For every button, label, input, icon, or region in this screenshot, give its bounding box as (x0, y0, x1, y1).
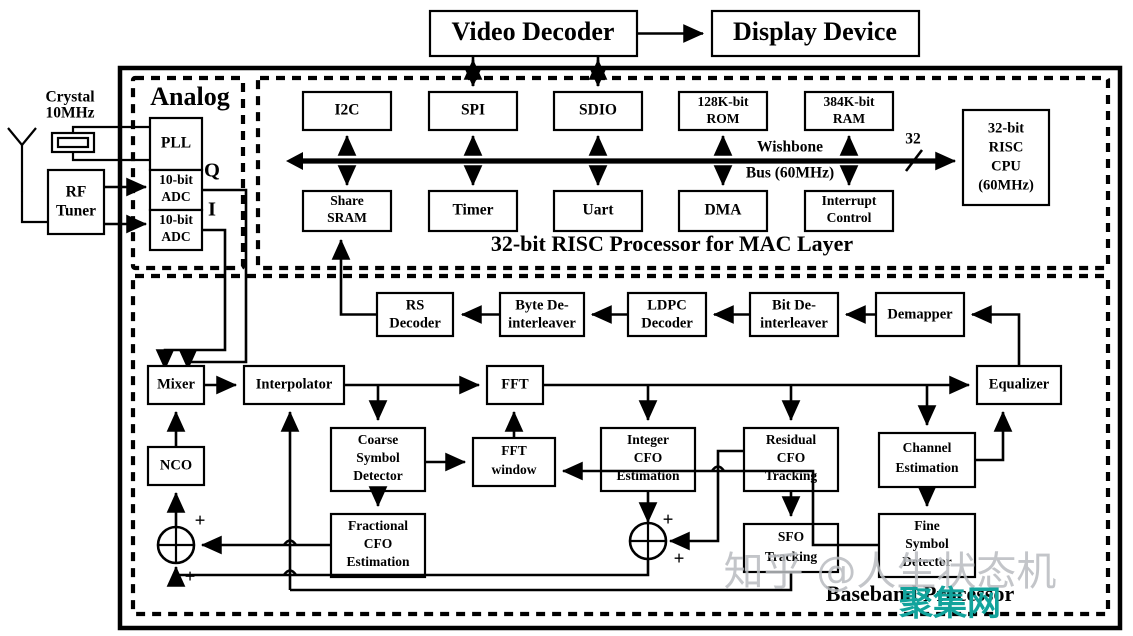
crystal-label-line2: 10MHz (45, 105, 94, 122)
cpu-line2: RISC (989, 139, 1024, 155)
signal-i-label: I (208, 199, 216, 221)
diagram-canvas: Video Decoder Display Device Analog 32-b… (0, 0, 1133, 636)
watermark-teal-text: 聚集网 (898, 584, 1001, 624)
bb-b4-line1: Channel (903, 440, 952, 455)
bus-left-arrowhead (286, 152, 303, 170)
sigpath-2-label: FFT (501, 376, 529, 392)
mac-bot-label-2: Uart (583, 202, 615, 219)
block-diagram-svg: Video Decoder Display Device Analog 32-b… (7, 9, 1123, 631)
adder-right (628, 521, 668, 561)
wire-equalizer-to-demapper (970, 305, 1021, 366)
adder-left (156, 525, 196, 565)
mac-bot-label-3: DMA (704, 202, 742, 219)
mac-bot-label-1: Timer (452, 202, 493, 219)
dec-chain-0-line2: Decoder (389, 315, 441, 331)
rf-tuner-line2: Tuner (56, 203, 96, 220)
wire-channelest-to-equalizer (975, 410, 1013, 462)
adc-i-line2: ADC (161, 229, 190, 244)
dec-chain-1-line1: Byte De- (515, 297, 569, 313)
watermark-gray-text: 知乎 @人生状态机 (724, 549, 1057, 595)
bb-b5-line1: Fractional (348, 518, 408, 533)
bb-b3-line1: Residual (766, 432, 817, 447)
antenna-icon (7, 127, 48, 224)
analog-group-title: Analog (150, 82, 229, 111)
dec-chain-2-line1: LDPC (647, 297, 686, 313)
cpu-line1: 32-bit (988, 120, 1024, 136)
dec-chain-2-line2: Decoder (641, 315, 693, 331)
bb-b5-line3: Estimation (346, 554, 409, 569)
dec-chain-4-label: Demapper (887, 306, 953, 322)
bb-b2-line2: CFO (634, 450, 663, 465)
dec-chain-0-line1: RS (406, 297, 425, 313)
bb-b0-line1: Coarse (358, 432, 399, 447)
nco-label: NCO (160, 457, 192, 473)
sigpath-1-label: Interpolator (256, 376, 333, 392)
bus-name-line2: Bus (60MHz) (746, 165, 834, 182)
bb-b0-line2: Symbol (356, 450, 400, 465)
adc-q-line1: 10-bit (159, 172, 193, 187)
adder-left-plus-top: + (195, 510, 206, 531)
video-decoder-label: Video Decoder (452, 17, 615, 46)
signal-q-label: Q (204, 160, 220, 182)
crystal-icon (50, 131, 96, 154)
mac-top-ram-line1: 384K-bit (823, 94, 875, 109)
mac-bot-int-line1: Interrupt (822, 193, 877, 208)
mac-top-label-2: SDIO (579, 102, 617, 119)
bb-b3-line2: CFO (777, 450, 806, 465)
mac-top-ram-line2: RAM (833, 111, 865, 126)
crystal-label-line1: Crystal (45, 89, 95, 106)
mac-group-title: 32-bit RISC Processor for MAC Layer (491, 231, 854, 256)
mac-top-label-0: I2C (335, 102, 360, 119)
adder-right-plus-top: + (663, 509, 674, 530)
mac-bot-sram-line2: SRAM (327, 210, 367, 225)
adder-left-plus-bottom: + (185, 566, 196, 587)
bb-b4-line2: Estimation (895, 460, 958, 475)
dec-chain-1-line2: interleaver (508, 315, 576, 331)
bus-name-line1: Wishbone (757, 139, 823, 156)
bb-b1-line2: window (491, 462, 536, 477)
adder-right-plus-bottom: + (674, 548, 685, 569)
cpu-line4: (60MHz) (978, 177, 1034, 193)
bb-b7-line1: Fine (914, 518, 940, 533)
adc-i-line1: 10-bit (159, 212, 193, 227)
adc-q-line2: ADC (161, 189, 190, 204)
bb-b6-line1: SFO (778, 529, 804, 544)
mac-bot-int-line2: Control (827, 210, 872, 225)
dec-chain-3-line2: interleaver (760, 315, 828, 331)
cpu-line3: CPU (991, 158, 1021, 174)
dec-chain-3-line1: Bit De- (772, 297, 816, 313)
sigpath-3-label: Equalizer (989, 376, 1050, 392)
sigpath-0-label: Mixer (157, 376, 195, 392)
rf-tuner-line1: RF (66, 184, 87, 201)
bb-b1-line1: FFT (501, 443, 527, 458)
mac-bot-sram-line1: Share (330, 193, 364, 208)
mac-top-rom-line1: 128K-bit (697, 94, 749, 109)
pll-label: PLL (161, 135, 191, 152)
bus-width-label: 32 (905, 131, 921, 148)
bb-b5-line2: CFO (364, 536, 393, 551)
mac-top-label-1: SPI (461, 102, 485, 119)
bb-b2-line1: Integer (627, 432, 669, 447)
mac-top-rom-line2: ROM (707, 111, 740, 126)
display-device-label: Display Device (733, 17, 897, 46)
bb-b0-line3: Detector (353, 468, 402, 483)
